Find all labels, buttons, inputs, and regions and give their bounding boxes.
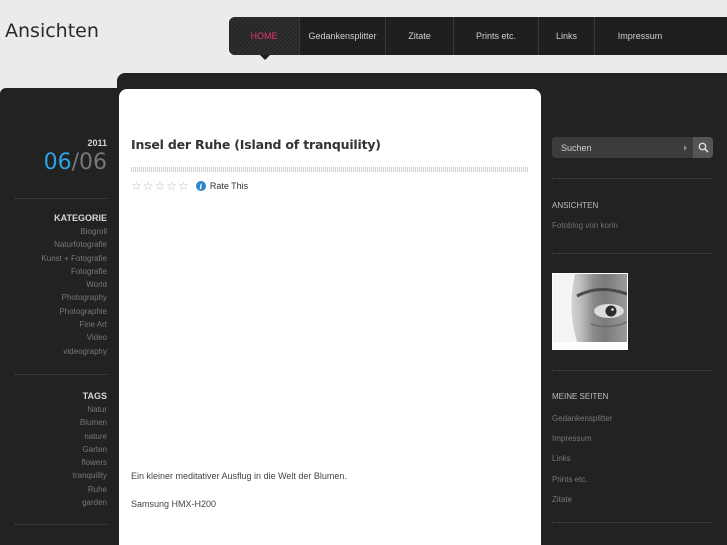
category-link[interactable]: Blogroll <box>41 225 107 238</box>
page-link[interactable]: Prints etc. <box>552 470 612 490</box>
divider <box>15 198 107 199</box>
category-link[interactable]: Kunst + Fotografie <box>41 252 107 265</box>
tag-link[interactable]: nature <box>73 430 107 443</box>
tag-link[interactable]: tranquility <box>73 469 107 482</box>
title-divider <box>131 167 529 172</box>
rating-widget: ☆ ☆ ☆ ☆ ☆ i Rate This <box>131 180 248 192</box>
post-date-day: 06 <box>79 150 107 175</box>
profile-photo-image <box>553 274 627 342</box>
page-link[interactable]: Links <box>552 449 612 469</box>
tag-link[interactable]: Blumen <box>73 416 107 429</box>
search-input[interactable] <box>552 137 692 158</box>
nav-item-impressum[interactable]: Impressum <box>595 17 685 55</box>
about-heading: ANSICHTEN <box>552 201 599 210</box>
category-link[interactable]: World <box>41 278 107 291</box>
info-icon[interactable]: i <box>195 181 206 191</box>
search-icon <box>698 142 709 153</box>
category-link[interactable]: Naturfotografie <box>41 238 107 251</box>
category-link[interactable]: Photographie <box>41 305 107 318</box>
post-paragraph: Samsung HMX-H200 <box>131 499 217 509</box>
divider <box>15 524 107 525</box>
star-icon[interactable]: ☆ <box>166 180 177 192</box>
profile-photo[interactable] <box>552 273 628 350</box>
categories-heading: KATEGORIE <box>54 213 107 223</box>
category-link[interactable]: Photography <box>41 291 107 304</box>
search-box <box>552 137 713 158</box>
category-link[interactable]: Video <box>41 331 107 344</box>
divider <box>552 522 712 523</box>
tags-heading: TAGS <box>82 391 107 401</box>
post-title[interactable]: Insel der Ruhe (Island of tranquility) <box>131 137 381 152</box>
post-content: Insel der Ruhe (Island of tranquility) ☆… <box>119 89 541 545</box>
site-title[interactable]: Ansichten <box>5 20 99 42</box>
my-pages-list: Gedankensplitter Impressum Links Prints … <box>552 409 612 510</box>
star-icon[interactable]: ☆ <box>178 180 189 192</box>
nav-item-prints[interactable]: Prints etc. <box>454 17 539 55</box>
categories-list: Blogroll Naturfotografie Kunst + Fotogra… <box>41 225 107 358</box>
tag-link[interactable]: garden <box>73 496 107 509</box>
star-icon[interactable]: ☆ <box>143 180 154 192</box>
left-sidebar: 2011 06/06 KATEGORIE Blogroll Naturfotog… <box>0 88 119 545</box>
search-button[interactable] <box>693 137 713 158</box>
post-paragraph: Ein kleiner meditativer Ausflug in die W… <box>131 471 347 481</box>
post-date-month: 06 <box>43 150 72 175</box>
post-date-separator: / <box>71 150 79 175</box>
page-link[interactable]: Impressum <box>552 429 612 449</box>
divider <box>552 178 712 179</box>
nav-item-gedankensplitter[interactable]: Gedankensplitter <box>300 17 386 55</box>
rate-this-label: Rate This <box>209 181 249 191</box>
page-link[interactable]: Gedankensplitter <box>552 409 612 429</box>
main-nav: HOME Gedankensplitter Zitate Prints etc.… <box>229 17 727 55</box>
star-icon[interactable]: ☆ <box>155 180 166 192</box>
tag-link[interactable]: Natur <box>73 403 107 416</box>
my-pages-heading: MEINE SEITEN <box>552 392 609 401</box>
divider <box>552 370 712 371</box>
tag-link[interactable]: Ruhe <box>73 483 107 496</box>
tag-link[interactable]: flowers <box>73 456 107 469</box>
tags-list: Natur Blumen nature Garten flowers tranq… <box>73 403 107 509</box>
about-text: Fotoblog von korin <box>552 221 618 230</box>
nav-item-zitate[interactable]: Zitate <box>386 17 454 55</box>
category-link[interactable]: Fine Art <box>41 318 107 331</box>
star-icon[interactable]: ☆ <box>131 180 142 192</box>
category-link[interactable]: videography <box>41 345 107 358</box>
divider <box>552 253 712 254</box>
search-arrow-icon <box>684 145 687 151</box>
page-link[interactable]: Zitate <box>552 490 612 510</box>
category-link[interactable]: Fotografie <box>41 265 107 278</box>
tag-link[interactable]: Garten <box>73 443 107 456</box>
post-date: 06/06 <box>44 150 107 175</box>
nav-item-links[interactable]: Links <box>539 17 595 55</box>
nav-active-pointer <box>260 55 270 60</box>
divider <box>15 374 107 375</box>
post-date-year: 2011 <box>87 138 107 148</box>
nav-item-home[interactable]: HOME <box>229 17 300 55</box>
